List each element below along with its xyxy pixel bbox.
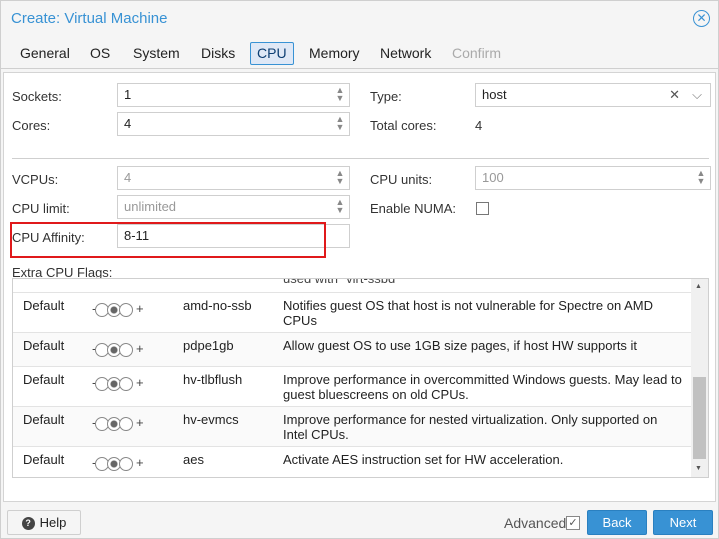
flag-name: amd-no-ssb — [183, 298, 252, 313]
sockets-input[interactable]: 1 ▲ ▼ — [117, 83, 350, 107]
radio-on[interactable] — [119, 416, 134, 431]
next-button[interactable]: Next — [653, 510, 713, 535]
flag-description: Improve performance for nested virtualiz… — [283, 412, 658, 442]
scrollbar-thumb[interactable] — [693, 377, 706, 459]
cpu-flags-grid: used with "virt-ssbd" Default - + amd-no… — [12, 278, 709, 478]
numa-checkbox[interactable] — [476, 202, 489, 215]
tab-memory[interactable]: Memory — [302, 42, 367, 65]
table-row: Default - + amd-no-ssb Notifies guest OS… — [13, 293, 692, 333]
flag-state: Default — [23, 298, 65, 313]
flag-state: Default — [23, 412, 65, 427]
chevron-down-icon[interactable]: ⌵ — [692, 84, 702, 106]
flag-description: Improve performance in overcommitted Win… — [283, 372, 682, 402]
cpu-limit-label: CPU limit: — [12, 201, 70, 216]
close-icon[interactable]: ✕ — [693, 10, 710, 27]
flag-state: Default — [23, 452, 65, 467]
table-row: Default - + aes Activate AES instruction… — [13, 447, 692, 477]
create-vm-dialog: Create: Virtual Machine ✕ General OS Sys… — [0, 0, 719, 539]
cores-input[interactable]: 4 ▲ ▼ — [117, 112, 350, 136]
titlebar: Create: Virtual Machine ✕ — [1, 1, 718, 37]
tab-os[interactable]: OS — [83, 42, 117, 65]
radio-on[interactable] — [119, 302, 134, 317]
numa-label: Enable NUMA: — [370, 201, 456, 216]
clear-icon[interactable]: ✕ — [669, 84, 680, 106]
flag-toggle[interactable]: - + — [92, 341, 144, 357]
type-select[interactable]: host ✕ ⌵ — [475, 83, 711, 107]
flag-toggle[interactable]: - + — [92, 301, 144, 317]
tab-system[interactable]: System — [126, 42, 187, 65]
vcpus-label: VCPUs: — [12, 172, 59, 187]
radio-on[interactable] — [119, 376, 134, 391]
advanced-label: Advanced — [504, 515, 567, 531]
flag-toggle[interactable]: - + — [92, 375, 144, 391]
flag-name: pdpe1gb — [183, 338, 234, 353]
advanced-checkbox[interactable]: ✓ — [566, 516, 580, 530]
scroll-up-icon[interactable]: ▲ — [695, 283, 702, 290]
tab-bar: General OS System Disks CPU Memory Netwo… — [1, 37, 718, 69]
tab-general[interactable]: General — [13, 42, 77, 65]
help-button[interactable]: ? Help — [7, 510, 81, 535]
flag-state: Default — [23, 338, 65, 353]
separator — [12, 158, 709, 159]
radio-on[interactable] — [119, 456, 134, 471]
footer: ? Help Advanced ✓ Back Next — [1, 504, 718, 538]
flag-description: Activate AES instruction set for HW acce… — [283, 452, 564, 467]
type-label: Type: — [370, 89, 402, 104]
flag-toggle[interactable]: - + — [92, 455, 144, 471]
spinner-icon[interactable]: ▲ ▼ — [335, 86, 345, 104]
spinner-icon[interactable]: ▲ ▼ — [335, 198, 345, 216]
sockets-label: Sockets: — [12, 89, 62, 104]
cpu-panel: Sockets: 1 ▲ ▼ Type: host ✕ ⌵ Cores: 4 ▲ ▼… — [3, 72, 716, 502]
tab-network[interactable]: Network — [373, 42, 438, 65]
scroll-down-icon[interactable]: ▼ — [695, 465, 702, 472]
cores-label: Cores: — [12, 118, 51, 133]
list-item: used with "virt-ssbd" — [13, 278, 692, 293]
table-row: Default - + hv-tlbflush Improve performa… — [13, 367, 692, 407]
radio-on[interactable] — [119, 342, 134, 357]
flag-name: hv-tlbflush — [183, 372, 243, 387]
question-icon: ? — [21, 517, 35, 531]
spinner-icon[interactable]: ▲ ▼ — [335, 169, 345, 187]
flag-description: Notifies guest OS that host is not vulne… — [283, 298, 653, 328]
flag-name: aes — [183, 452, 204, 467]
affinity-label: CPU Affinity: — [12, 230, 85, 245]
cpu-units-input[interactable]: 100 ▲ ▼ — [475, 166, 711, 190]
dialog-title: Create: Virtual Machine — [11, 10, 168, 27]
flag-state: Default — [23, 372, 65, 387]
flag-description: Allow guest OS to use 1GB size pages, if… — [283, 338, 638, 353]
vcpus-input[interactable]: 4 ▲ ▼ — [117, 166, 350, 190]
tab-cpu[interactable]: CPU — [250, 42, 294, 65]
total-cores-label: Total cores: — [370, 118, 437, 133]
flag-description: used with "virt-ssbd" — [283, 278, 400, 286]
tab-confirm: Confirm — [452, 45, 502, 61]
cpu-units-label: CPU units: — [370, 172, 433, 187]
cpu-limit-input[interactable]: unlimited ▲ ▼ — [117, 195, 350, 219]
scrollbar[interactable]: ▲ ▼ — [691, 279, 708, 477]
table-row: Default - + pdpe1gb Allow guest OS to us… — [13, 333, 692, 367]
affinity-input[interactable]: 8-11 — [117, 224, 350, 248]
table-row: Default - + hv-evmcs Improve performance… — [13, 407, 692, 447]
flag-toggle[interactable]: - + — [92, 415, 144, 431]
flag-name: hv-evmcs — [183, 412, 239, 427]
tab-disks[interactable]: Disks — [194, 42, 242, 65]
spinner-icon[interactable]: ▲ ▼ — [696, 169, 706, 187]
total-cores-value: 4 — [475, 118, 483, 133]
back-button[interactable]: Back — [587, 510, 647, 535]
spinner-icon[interactable]: ▲ ▼ — [335, 115, 345, 133]
